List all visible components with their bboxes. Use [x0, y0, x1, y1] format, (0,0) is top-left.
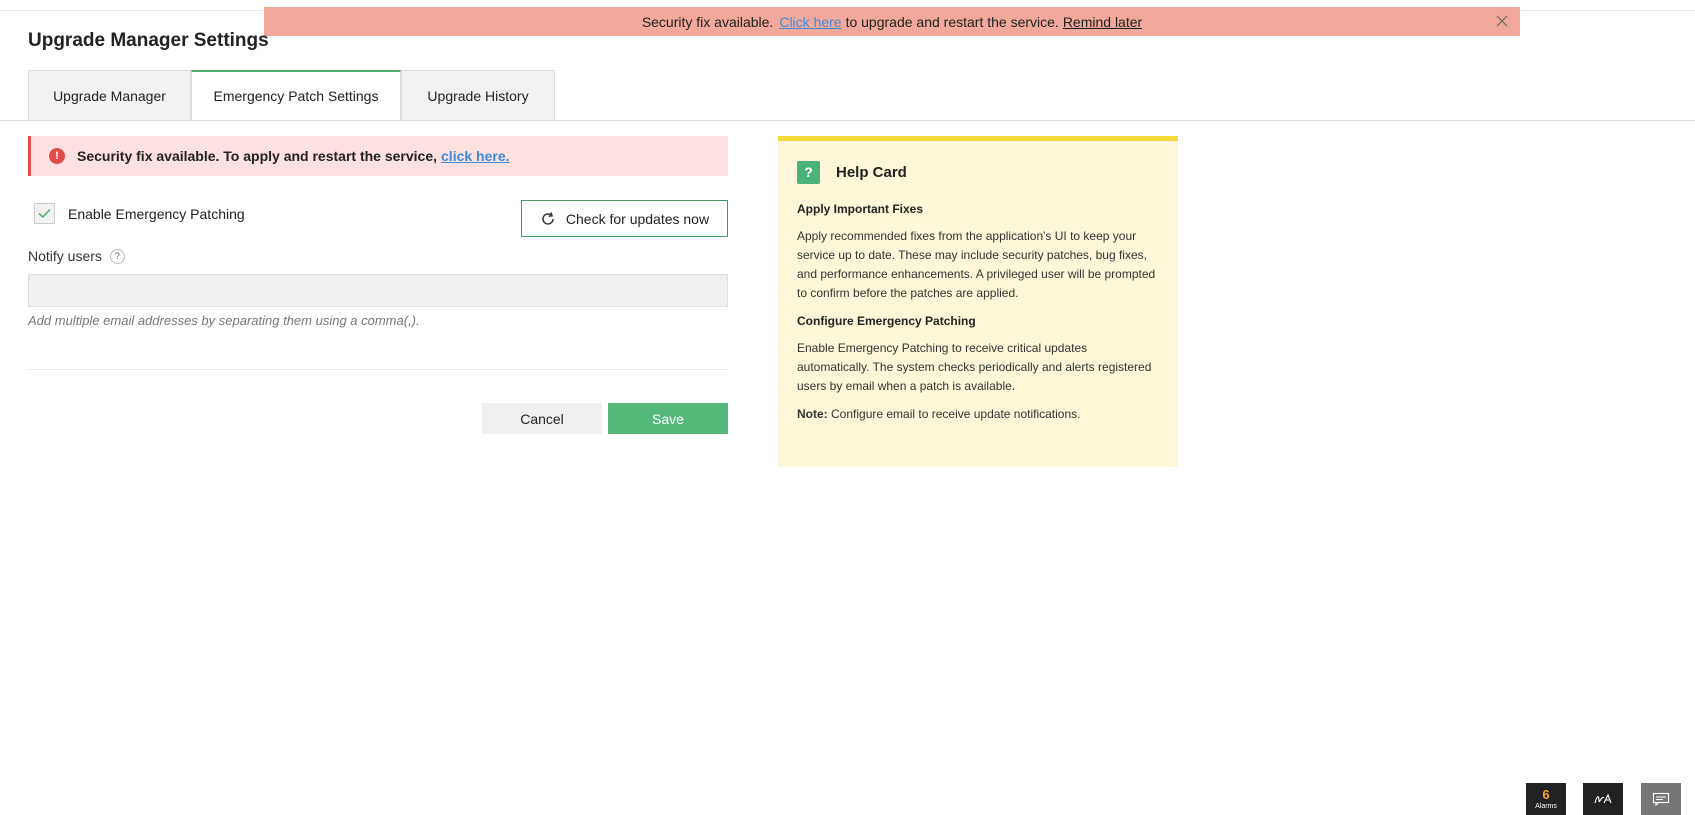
- close-icon[interactable]: [1494, 13, 1510, 29]
- checkmark-icon: [38, 208, 51, 219]
- page-title: Upgrade Manager Settings: [28, 30, 269, 51]
- alarms-count: 6: [1542, 786, 1550, 802]
- security-alert: ! Security fix available. To apply and r…: [28, 136, 728, 176]
- help-section-body: Apply recommended fixes from the applica…: [797, 229, 1156, 300]
- refresh-icon: [542, 211, 554, 225]
- check-for-updates-label: Check for updates now: [565, 210, 710, 227]
- alarms-dock-button[interactable]: 6 Alarms: [1526, 783, 1566, 815]
- notify-users-label: Notify users ?: [28, 248, 125, 264]
- tabs-divider: [0, 120, 1695, 121]
- help-question-icon[interactable]: ?: [109, 248, 125, 264]
- check-for-updates-button[interactable]: Check for updates now: [521, 200, 728, 237]
- notify-users-email-input[interactable]: [28, 274, 728, 307]
- form-divider: [28, 369, 728, 370]
- banner-middle: to upgrade and restart the service.: [845, 13, 1059, 30]
- help-section-title: Configure Emergency Patching: [797, 314, 976, 328]
- enable-emergency-patching-checkbox[interactable]: [34, 203, 55, 224]
- alert-apply-link[interactable]: click here.: [441, 148, 510, 164]
- alert-text: Security fix available. To apply and res…: [77, 148, 438, 164]
- save-button[interactable]: Save: [608, 403, 728, 434]
- help-note-body: Configure email to receive update notifi…: [831, 407, 1081, 421]
- chat-dock-button[interactable]: [1641, 783, 1681, 815]
- remind-later-link[interactable]: Remind later: [1063, 14, 1142, 30]
- sign-dock-button[interactable]: [1583, 783, 1623, 815]
- help-section-body: Enable Emergency Patching to receive cri…: [797, 341, 1152, 393]
- help-icon: ?: [797, 161, 820, 184]
- banner-prefix: Security fix available.: [641, 13, 774, 30]
- notify-users-text: Notify users: [28, 248, 102, 264]
- help-section-title: Apply Important Fixes: [797, 202, 924, 216]
- cancel-button[interactable]: Cancel: [482, 403, 602, 434]
- banner-upgrade-link[interactable]: Click here: [779, 14, 841, 30]
- enable-emergency-patching-row: Enable Emergency Patching: [34, 203, 245, 224]
- chat-icon: [1652, 792, 1670, 806]
- tab-upgrade-manager[interactable]: Upgrade Manager: [28, 70, 191, 121]
- tab-emergency-patch-settings[interactable]: Emergency Patch Settings: [191, 70, 401, 121]
- help-note-label: Note:: [797, 407, 828, 421]
- alarms-label: Alarms: [1535, 802, 1557, 810]
- help-note: Note: Configure email to receive update …: [797, 405, 1159, 424]
- help-card: ? Help Card Apply Important Fixes Apply …: [778, 136, 1178, 467]
- tab-bar: Upgrade Manager Emergency Patch Settings…: [28, 70, 555, 121]
- tab-upgrade-history[interactable]: Upgrade History: [401, 70, 555, 121]
- security-banner: Security fix available. Click here to up…: [264, 7, 1520, 36]
- email-hint: Add multiple email addresses by separati…: [28, 313, 420, 328]
- help-card-title: Help Card: [836, 164, 907, 181]
- help-card-header: ? Help Card: [797, 161, 1159, 184]
- enable-emergency-patching-label: Enable Emergency Patching: [68, 205, 245, 222]
- error-icon: !: [49, 148, 65, 164]
- sign-icon: [1594, 793, 1612, 804]
